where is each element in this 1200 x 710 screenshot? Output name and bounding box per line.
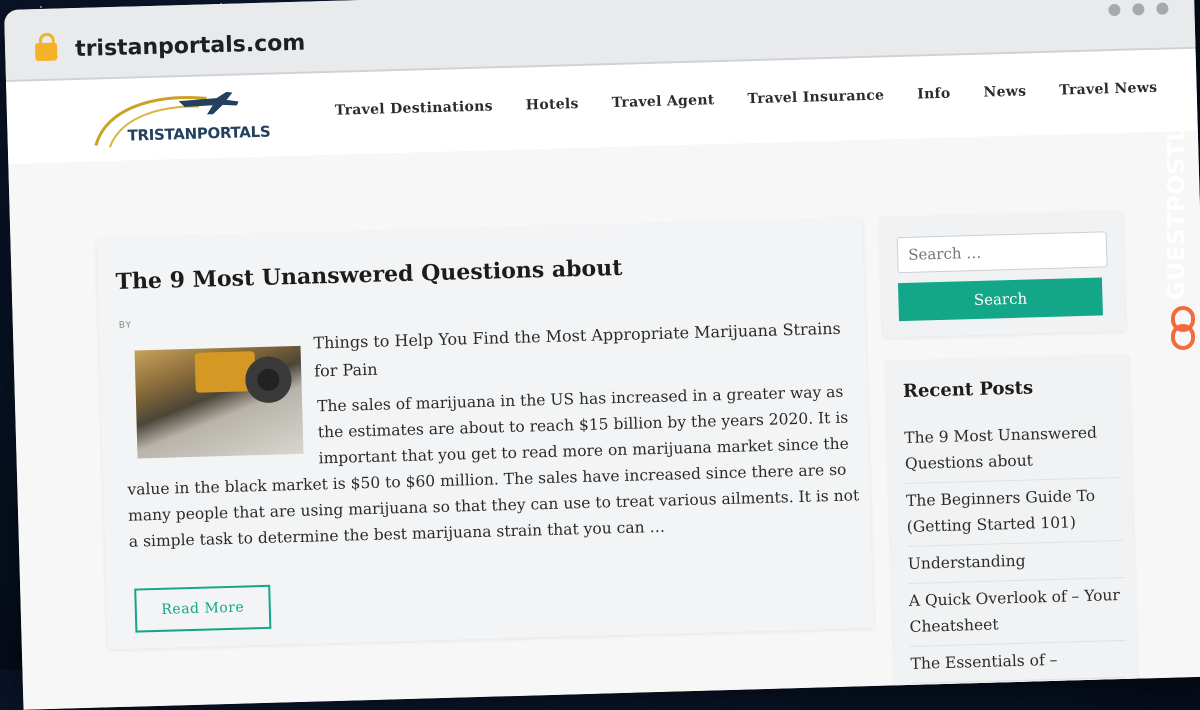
read-more-button[interactable]: Read More xyxy=(134,584,272,633)
search-input[interactable] xyxy=(896,231,1108,274)
lock-icon xyxy=(34,42,58,62)
post-title[interactable]: The 9 Most Unanswered Questions about xyxy=(115,255,622,295)
address-bar[interactable]: tristanportals.com xyxy=(75,31,306,62)
nav-hotels[interactable]: Hotels xyxy=(526,96,579,113)
nav-travel-insurance[interactable]: Travel Insurance xyxy=(747,87,884,107)
recent-post-link[interactable]: Understanding xyxy=(907,540,1125,584)
recent-posts-widget: Recent Posts The 9 Most Unanswered Quest… xyxy=(886,354,1138,702)
nav-travel-news[interactable]: Travel News xyxy=(1059,80,1157,99)
nav-info[interactable]: Info xyxy=(917,86,951,103)
site-logo[interactable]: TRISTANPORTALS xyxy=(86,83,271,155)
recent-posts-title: Recent Posts xyxy=(902,377,1034,403)
browser-window: tristanportals.com TRISTANPORTALS Travel… xyxy=(4,0,1200,710)
recent-post-link[interactable]: The 9 Most Unanswered Questions about xyxy=(903,415,1122,485)
nav-news[interactable]: News xyxy=(983,83,1026,100)
star xyxy=(40,6,42,8)
post-byline: BY xyxy=(118,320,133,331)
watermark-text: GUESTPOSTLINKS xyxy=(1164,61,1190,300)
main-nav: Travel Destinations Hotels Travel Agent … xyxy=(335,80,1158,119)
search-widget: Search xyxy=(880,210,1126,338)
recent-post-link[interactable]: The Essentials of – xyxy=(910,640,1128,684)
search-button[interactable]: Search xyxy=(897,277,1103,322)
window-dot[interactable] xyxy=(1108,3,1121,17)
post-lead: Things to Help You Find the Most Appropr… xyxy=(313,318,841,381)
post-card: The 9 Most Unanswered Questions about BY… xyxy=(96,218,874,650)
recent-posts-list: The 9 Most Unanswered Questions about Th… xyxy=(903,415,1128,684)
post-excerpt-rest: value in the black market is $50 to $60 … xyxy=(127,460,860,551)
nav-travel-agent[interactable]: Travel Agent xyxy=(612,92,715,111)
window-dot[interactable] xyxy=(1132,3,1145,16)
logo-text: TRISTANPORTALS xyxy=(127,122,271,145)
link-chain-icon xyxy=(1171,306,1195,350)
window-controls xyxy=(1096,0,1169,20)
post-excerpt: The sales of marijuana in the US has inc… xyxy=(125,378,869,555)
recent-post-link[interactable]: The Beginners Guide To (Getting Started … xyxy=(905,477,1124,547)
airplane-logo-icon xyxy=(94,91,239,148)
recent-post-link[interactable]: A Quick Overlook of – Your Cheatsheet xyxy=(908,577,1127,647)
window-dot[interactable] xyxy=(1156,2,1169,15)
nav-travel-destinations[interactable]: Travel Destinations xyxy=(335,98,493,118)
